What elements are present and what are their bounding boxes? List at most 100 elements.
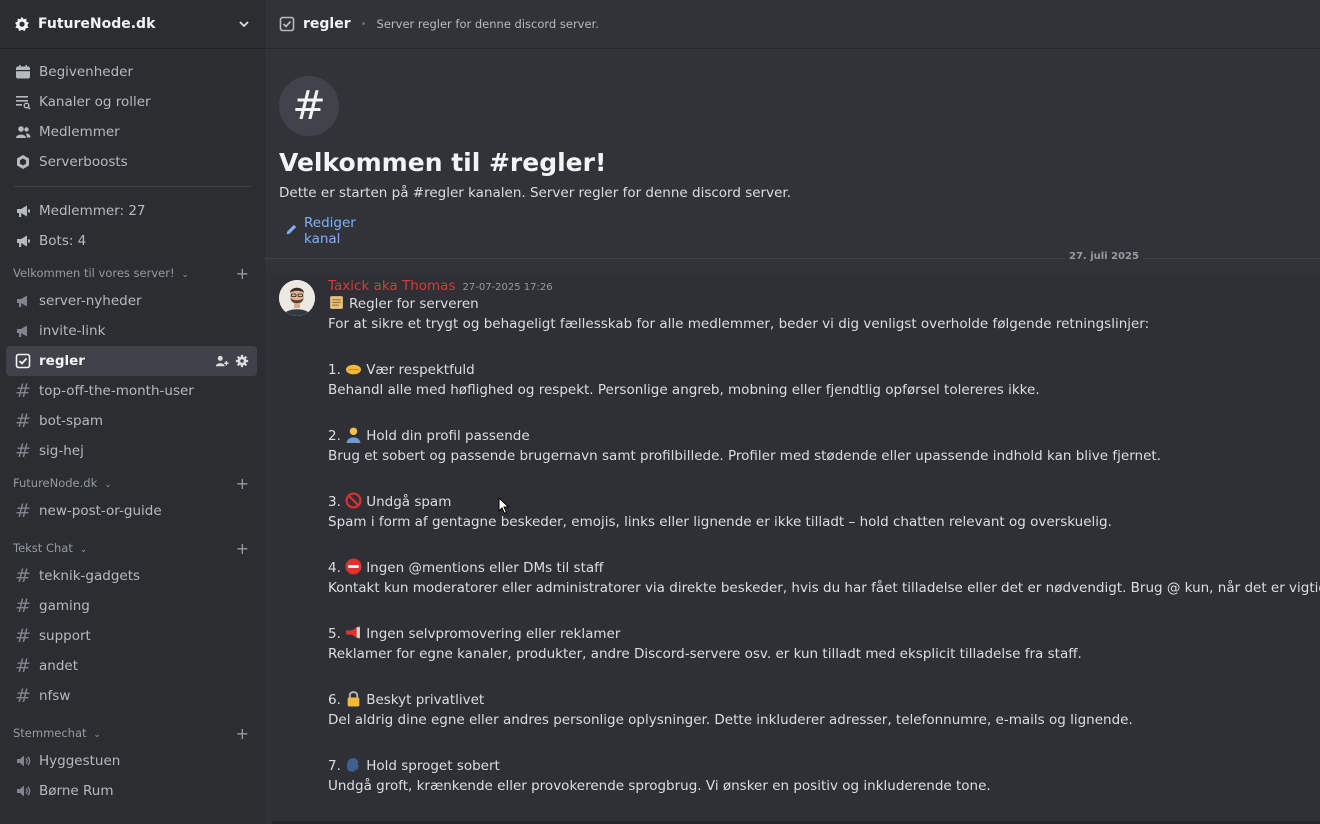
date-divider-label: 27. juli 2025 <box>1065 251 1143 262</box>
category-stemmechat[interactable]: Stemmechat ⌄ + <box>0 711 265 746</box>
rule-number: 5. <box>328 626 341 642</box>
channel-server-nyheder[interactable]: server-nyheder <box>6 286 257 316</box>
channel-regler[interactable]: regler <box>6 346 257 376</box>
channel-label: Børne Rum <box>39 783 114 799</box>
sidebar-item-label: Bots: 4 <box>39 233 87 249</box>
server-header[interactable]: FutureNode.dk <box>0 0 265 49</box>
channel-sig-hej[interactable]: # sig-hej <box>6 436 257 466</box>
edit-channel-label: Rediger kanal <box>304 215 356 247</box>
edit-channel-link[interactable]: Rediger kanal <box>285 215 395 247</box>
channel-label: top-off-the-month-user <box>39 383 194 399</box>
hash-icon: # <box>15 655 31 677</box>
channel-support[interactable]: # support <box>6 621 257 651</box>
calendar-icon <box>14 63 32 81</box>
category-tekst-chat[interactable]: Tekst Chat ⌄ + <box>0 526 265 561</box>
hash-icon: # <box>15 625 31 647</box>
boost-icon <box>14 153 32 171</box>
welcome-description: Dette er starten på #regler kanalen. Ser… <box>279 185 791 201</box>
channel-nfsw[interactable]: # nfsw <box>6 681 257 711</box>
channel-new-post-or-guide[interactable]: # new-post-or-guide <box>6 496 257 526</box>
channel-andet[interactable]: # andet <box>6 651 257 681</box>
chevron-down-icon[interactable] <box>237 17 251 31</box>
rule-number: 3. <box>328 494 341 510</box>
channel-topic[interactable]: Server regler for denne discord server. <box>377 17 599 31</box>
rule-title: 4. Ingen @mentions eller DMs til staff <box>328 558 1308 579</box>
channel-borne-rum[interactable]: Børne Rum <box>6 776 257 806</box>
date-divider: 27. juli 2025 <box>265 251 1320 262</box>
rule-text: Behandl alle med høflighed og respekt. P… <box>328 381 1040 398</box>
message-content: Taxick aka Thomas 27-07-2025 17:26 Regle… <box>328 278 1320 796</box>
sidebar-item-serverboosts[interactable]: Serverboosts <box>6 147 257 177</box>
channel-invite-link[interactable]: invite-link <box>6 316 257 346</box>
create-channel-icon[interactable]: + <box>236 266 249 282</box>
channel-gaming[interactable]: # gaming <box>6 591 257 621</box>
rule-text: Kontakt kun moderatorer eller administra… <box>328 579 1320 596</box>
rule-title-text: Hold din profil passende <box>366 428 530 444</box>
speaker-icon <box>14 752 32 770</box>
create-channel-icon[interactable]: + <box>236 541 249 557</box>
channel-label: nfsw <box>39 688 71 704</box>
create-channel-icon[interactable]: + <box>236 726 249 742</box>
separator-dot: • <box>360 18 367 30</box>
handshake-icon <box>346 364 362 375</box>
welcome-hash: # <box>292 83 326 129</box>
channel-bot-spam[interactable]: # bot-spam <box>6 406 257 436</box>
rule-title: 5. Ingen selvpromovering eller reklamer <box>328 624 1308 645</box>
sidebar-stat-bots[interactable]: Bots: 4 <box>6 226 257 256</box>
members-icon <box>14 123 32 141</box>
discord-app: FutureNode.dk Begivenheder Kanaler og ro… <box>0 0 1320 824</box>
category-name: Velkommen til vores server! <box>13 266 175 280</box>
message-heading-line: Regler for serveren <box>328 294 1308 315</box>
rule-number: 7. <box>328 758 341 774</box>
create-channel-icon[interactable]: + <box>236 476 249 492</box>
hash-icon: # <box>15 685 31 707</box>
hash-icon: # <box>15 380 31 402</box>
rule-number: 2. <box>328 428 341 444</box>
channel-label: teknik-gadgets <box>39 568 141 584</box>
invite-member-icon[interactable] <box>215 354 229 368</box>
category-velkommen[interactable]: Velkommen til vores server! ⌄ + <box>0 256 265 286</box>
sidebar-item-events[interactable]: Begivenheder <box>6 57 257 87</box>
rule-number: 4. <box>328 560 341 576</box>
sidebar-item-channels-roles[interactable]: Kanaler og roller <box>6 87 257 117</box>
message-author[interactable]: Taxick aka Thomas <box>328 278 456 294</box>
sidebar-item-members[interactable]: Medlemmer <box>6 117 257 147</box>
sidebar-stat-members[interactable]: Medlemmer: 27 <box>6 196 257 226</box>
sidebar-item-label: Serverboosts <box>39 154 128 170</box>
rule-title-text: Hold sproget sobert <box>366 758 500 774</box>
rule-title: 2. Hold din profil passende <box>328 426 1308 447</box>
channel-teknik-gadgets[interactable]: # teknik-gadgets <box>6 561 257 591</box>
channel-label: bot-spam <box>39 413 104 429</box>
hash-icon: # <box>15 440 31 462</box>
rule-title: 1. Vær respektfuld <box>328 360 1308 381</box>
rule-title-text: Undgå spam <box>366 494 452 510</box>
rule-text: Del aldrig dine egne eller andres person… <box>328 711 1133 728</box>
gear-icon[interactable] <box>235 354 249 368</box>
category-name: Stemmechat <box>13 726 87 740</box>
category-name: FutureNode.dk <box>13 476 98 490</box>
mouse-cursor-icon <box>498 496 510 519</box>
rule-number: 6. <box>328 692 341 708</box>
rule-text: Brug et sobert og passende brugernavn sa… <box>328 447 1161 464</box>
channel-welcome: # Velkommen til #regler! Dette er starte… <box>265 49 1320 247</box>
message-heading: Regler for serveren <box>349 296 479 312</box>
channel-top-off-the-month-user[interactable]: # top-off-the-month-user <box>6 376 257 406</box>
channel-topbar: regler • Server regler for denne discord… <box>265 0 1320 49</box>
category-label: FutureNode.dk ⌄ <box>13 476 236 490</box>
channel-hyggestuen[interactable]: Hyggestuen <box>6 746 257 776</box>
category-futurenode[interactable]: FutureNode.dk ⌄ + <box>0 466 265 496</box>
welcome-title: Velkommen til #regler! <box>279 148 607 177</box>
chevron-down-icon: ⌄ <box>76 545 88 555</box>
channel-label: gaming <box>39 598 90 614</box>
message-timestamp: 27-07-2025 17:26 <box>462 282 553 293</box>
channels-browse-icon <box>14 93 32 111</box>
avatar[interactable] <box>279 280 315 316</box>
prohibited-icon <box>345 492 362 509</box>
category-label: Stemmechat ⌄ <box>13 726 236 740</box>
hash-icon: # <box>279 76 339 136</box>
